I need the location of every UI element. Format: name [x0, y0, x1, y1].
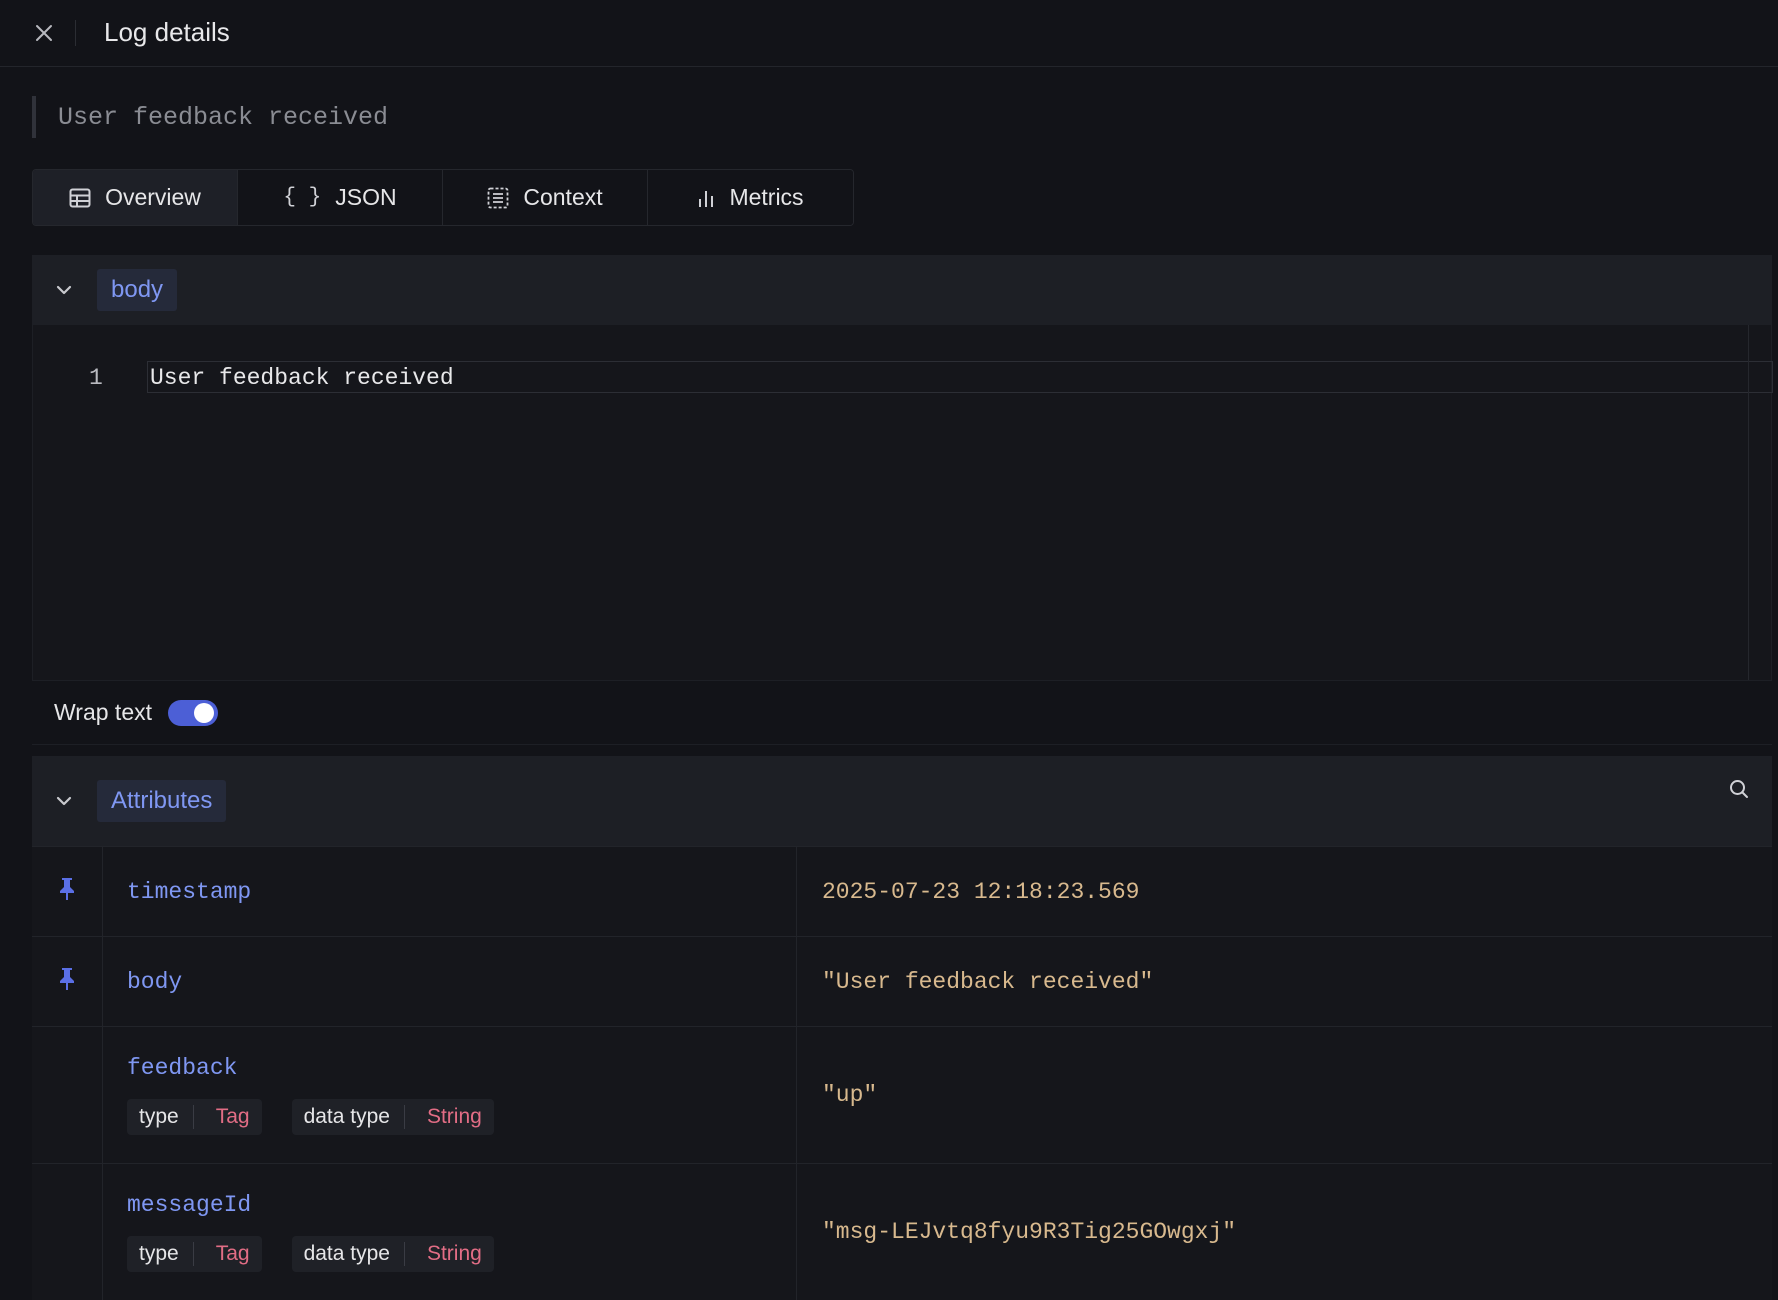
- type-chip: type Tag: [127, 1099, 262, 1135]
- pin-toggle[interactable]: [32, 1027, 103, 1163]
- collapse-attributes-button[interactable]: [32, 795, 90, 807]
- log-summary: User feedback received: [32, 96, 388, 138]
- tab-bar: Overview { } JSON Context Metrics: [32, 169, 854, 226]
- chip-label: data type: [304, 1242, 405, 1266]
- table-row: body "User feedback received": [32, 936, 1772, 1026]
- attributes-section-header: Attributes: [32, 756, 1772, 846]
- body-section: body 1 User feedback received Wrap text: [32, 255, 1773, 745]
- chip-value: String: [426, 1242, 482, 1265]
- tab-label: JSON: [335, 184, 397, 210]
- table-row: timestamp 2025-07-23 12:18:23.569: [32, 846, 1772, 936]
- pin-toggle[interactable]: [32, 937, 103, 1026]
- chip-label: type: [139, 1242, 194, 1266]
- tab-json[interactable]: { } JSON: [238, 170, 443, 225]
- table-row: feedback type Tag data type String "up": [32, 1026, 1772, 1163]
- pin-icon: [57, 877, 77, 936]
- pin-toggle[interactable]: [32, 847, 103, 936]
- attribute-value[interactable]: 2025-07-23 12:18:23.569: [797, 847, 1772, 936]
- chevron-down-icon: [55, 284, 73, 296]
- search-attributes-button[interactable]: [1728, 778, 1750, 800]
- wrap-text-label: Wrap text: [54, 699, 152, 725]
- tab-label: Overview: [105, 184, 201, 210]
- braces-icon: { }: [283, 186, 322, 209]
- editor-scrollbar[interactable]: [1748, 325, 1749, 680]
- attributes-section: Attributes timestamp 2025-07-23 12:18:23…: [32, 756, 1772, 1300]
- close-icon: [34, 23, 54, 43]
- table-row: messageId type Tag data type String "msg…: [32, 1163, 1772, 1300]
- table-icon: [69, 188, 91, 208]
- tab-label: Metrics: [729, 184, 804, 210]
- attributes-table: timestamp 2025-07-23 12:18:23.569 body "…: [32, 846, 1772, 1300]
- body-section-header: body: [32, 255, 1772, 325]
- attribute-value[interactable]: "msg-LEJvtq8fyu9R3Tig25GOwgxj": [797, 1164, 1772, 1300]
- attribute-key-cell: body: [103, 937, 797, 1026]
- body-editor[interactable]: 1 User feedback received: [32, 325, 1773, 680]
- chip-value: String: [426, 1105, 482, 1128]
- tab-label: Context: [523, 184, 603, 210]
- header-divider: [75, 20, 76, 46]
- body-section-label: body: [97, 269, 178, 311]
- bar-chart-icon: [697, 188, 715, 208]
- chevron-down-icon: [55, 795, 73, 807]
- attribute-key[interactable]: feedback: [127, 1055, 796, 1081]
- attributes-section-label: Attributes: [97, 780, 227, 822]
- tab-context[interactable]: Context: [443, 170, 648, 225]
- data-type-chip: data type String: [291, 1099, 494, 1135]
- attribute-tags: type Tag data type String: [127, 1099, 796, 1135]
- attribute-value[interactable]: "up": [797, 1027, 1772, 1163]
- attribute-key[interactable]: body: [127, 969, 796, 995]
- collapse-body-button[interactable]: [32, 284, 90, 296]
- pin-icon: [57, 967, 77, 1026]
- attribute-key[interactable]: messageId: [127, 1192, 796, 1218]
- attribute-key-cell: timestamp: [103, 847, 797, 936]
- chip-label: type: [139, 1105, 194, 1129]
- data-type-chip: data type String: [291, 1236, 494, 1272]
- attribute-key-cell: feedback type Tag data type String: [103, 1027, 797, 1163]
- attribute-tags: type Tag data type String: [127, 1236, 796, 1272]
- attribute-value[interactable]: "User feedback received": [797, 937, 1772, 1026]
- wrap-text-row: Wrap text: [32, 680, 1772, 745]
- line-number: 1: [89, 365, 103, 391]
- wrap-text-toggle[interactable]: [168, 699, 218, 726]
- attribute-key[interactable]: timestamp: [127, 879, 796, 905]
- chip-label: data type: [304, 1105, 405, 1129]
- search-icon: [1728, 778, 1750, 800]
- chip-value: Tag: [215, 1105, 250, 1128]
- chip-value: Tag: [215, 1242, 250, 1265]
- list-icon: [487, 187, 509, 209]
- header: Log details: [0, 0, 1778, 67]
- pin-toggle[interactable]: [32, 1164, 103, 1300]
- type-chip: type Tag: [127, 1236, 262, 1272]
- tab-overview[interactable]: Overview: [33, 170, 238, 225]
- body-content: User feedback received: [150, 365, 454, 391]
- tab-metrics[interactable]: Metrics: [648, 170, 853, 225]
- attribute-key-cell: messageId type Tag data type String: [103, 1164, 797, 1300]
- page-title: Log details: [104, 17, 230, 47]
